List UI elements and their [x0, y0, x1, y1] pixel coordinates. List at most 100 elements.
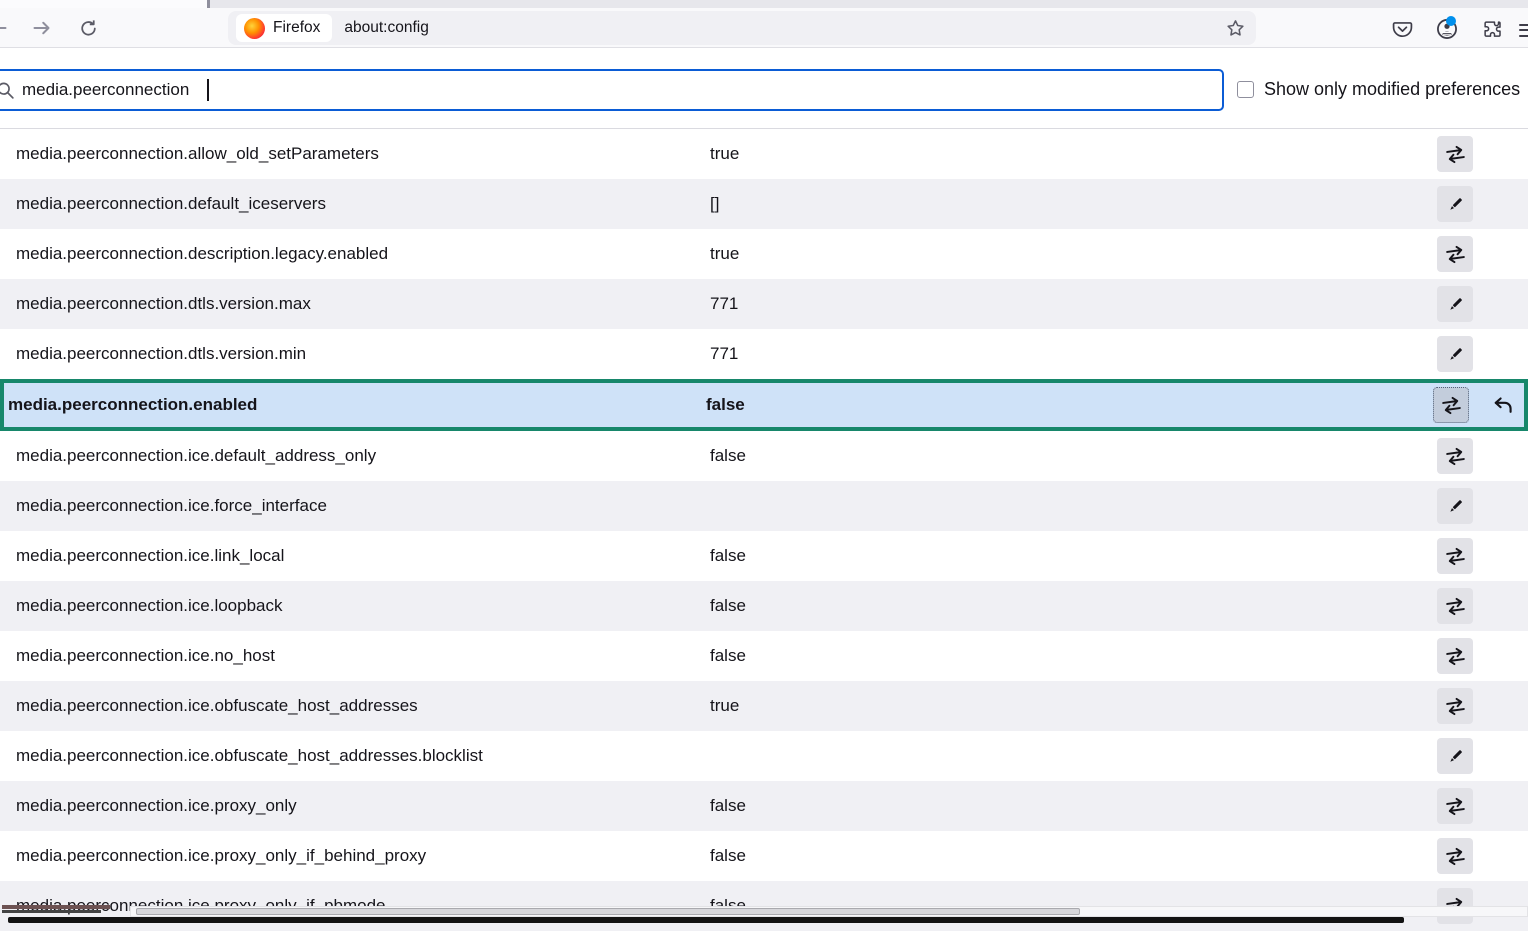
pref-value: false [710, 596, 1528, 616]
forward-icon[interactable] [30, 16, 54, 40]
pref-name: media.peerconnection.enabled [8, 395, 706, 415]
pref-row[interactable]: media.peerconnection.allow_old_setParame… [0, 129, 1528, 179]
pref-row[interactable]: media.peerconnection.ice.obfuscate_host_… [0, 681, 1528, 731]
pref-row[interactable]: media.peerconnection.dtls.version.max771 [0, 279, 1528, 329]
undo-icon [1493, 396, 1514, 417]
pref-value: false [710, 546, 1528, 566]
pref-name: media.peerconnection.ice.obfuscate_host_… [16, 746, 710, 766]
show-only-modified-checkbox[interactable] [1237, 81, 1254, 98]
pref-value: false [710, 646, 1528, 666]
pref-value: false [710, 446, 1528, 466]
url-bar[interactable]: Firefox about:config [228, 11, 1256, 45]
preferences-table: media.peerconnection.allow_old_setParame… [0, 128, 1528, 931]
edit-icon [1447, 498, 1464, 515]
pref-row[interactable]: media.peerconnection.ice.proxy_only_if_b… [0, 831, 1528, 881]
browser-toolbar: Firefox about:config [0, 8, 1528, 48]
pref-row[interactable]: media.peerconnection.dtls.version.min771 [0, 329, 1528, 379]
toggle-button[interactable] [1437, 136, 1473, 172]
pref-name: media.peerconnection.ice.no_host [16, 646, 710, 666]
pref-name: media.peerconnection.allow_old_setParame… [16, 144, 710, 164]
search-input[interactable] [22, 71, 1202, 109]
toggle-button[interactable] [1437, 688, 1473, 724]
bookmark-star-icon[interactable] [1222, 15, 1248, 41]
tab-strip [0, 0, 1528, 8]
toggle-button[interactable] [1437, 638, 1473, 674]
search-engine-name: Firefox [273, 19, 320, 37]
edit-button[interactable] [1437, 488, 1473, 524]
edit-icon [1447, 748, 1464, 765]
toggle-button[interactable] [1437, 538, 1473, 574]
menu-icon[interactable] [1519, 20, 1528, 38]
horizontal-scrollbar[interactable] [130, 906, 1528, 917]
toggle-icon [1441, 395, 1462, 416]
toggle-button[interactable] [1437, 838, 1473, 874]
search-icon [0, 81, 15, 105]
toggle-icon [1445, 596, 1466, 617]
text-caret [207, 79, 209, 101]
status-bar-fragment [2, 905, 110, 914]
pref-name: media.peerconnection.dtls.version.max [16, 294, 710, 314]
back-icon[interactable] [0, 16, 10, 40]
edit-button[interactable] [1437, 286, 1473, 322]
toggle-button[interactable] [1437, 236, 1473, 272]
pref-name: media.peerconnection.description.legacy.… [16, 244, 710, 264]
pref-row[interactable]: media.peerconnection.ice.no_hostfalse [0, 631, 1528, 681]
pref-value: false [710, 846, 1528, 866]
pref-value: 771 [710, 344, 1528, 364]
edit-button[interactable] [1437, 336, 1473, 372]
taskbar-edge [8, 917, 1404, 923]
pref-value: true [710, 696, 1528, 716]
tab-separator [207, 0, 210, 8]
toggle-icon [1445, 646, 1466, 667]
pref-name: media.peerconnection.ice.link_local [16, 546, 710, 566]
toggle-button[interactable] [1433, 387, 1469, 423]
pref-value: true [710, 144, 1528, 164]
toggle-icon [1445, 846, 1466, 867]
pref-value: false [706, 395, 1524, 415]
pref-name: media.peerconnection.ice.proxy_only [16, 796, 710, 816]
pref-name: media.peerconnection.ice.default_address… [16, 446, 710, 466]
toggle-button[interactable] [1437, 588, 1473, 624]
edit-icon [1447, 196, 1464, 213]
pref-name: media.peerconnection.dtls.version.min [16, 344, 710, 364]
toggle-icon [1445, 796, 1466, 817]
pref-row[interactable]: media.peerconnection.description.legacy.… [0, 229, 1528, 279]
pref-value: 771 [710, 294, 1528, 314]
pref-row-selected[interactable]: media.peerconnection.enabledfalse [0, 379, 1528, 431]
pref-row[interactable]: media.peerconnection.ice.force_interface [0, 481, 1528, 531]
pref-value: true [710, 244, 1528, 264]
revert-button[interactable] [1488, 391, 1518, 421]
account-notification-dot [1446, 16, 1456, 26]
search-engine-chip[interactable]: Firefox [236, 14, 332, 42]
extensions-puzzle-icon[interactable] [1479, 16, 1505, 42]
pref-name: media.peerconnection.ice.force_interface [16, 496, 710, 516]
toggle-icon [1445, 696, 1466, 717]
pref-name: media.peerconnection.ice.loopback [16, 596, 710, 616]
pref-name: media.peerconnection.ice.proxy_only_if_b… [16, 846, 710, 866]
active-tab-slice [0, 0, 207, 8]
config-filter-bar: Show only modified preferences [0, 48, 1528, 128]
scrollbar-thumb[interactable] [136, 908, 1080, 915]
url-text: about:config [344, 19, 428, 37]
reload-icon[interactable] [76, 16, 100, 40]
pref-row[interactable]: media.peerconnection.ice.loopbackfalse [0, 581, 1528, 631]
pref-name: media.peerconnection.default_iceservers [16, 194, 710, 214]
toggle-icon [1445, 144, 1466, 165]
edit-button[interactable] [1437, 738, 1473, 774]
pref-name: media.peerconnection.ice.obfuscate_host_… [16, 696, 710, 716]
show-only-modified-label[interactable]: Show only modified preferences [1264, 79, 1520, 100]
pref-row[interactable]: media.peerconnection.ice.proxy_onlyfalse [0, 781, 1528, 831]
pref-row[interactable]: media.peerconnection.default_iceservers[… [0, 179, 1528, 229]
edit-icon [1447, 296, 1464, 313]
edit-button[interactable] [1437, 186, 1473, 222]
firefox-logo [244, 18, 265, 39]
toggle-button[interactable] [1437, 438, 1473, 474]
pref-row[interactable]: media.peerconnection.ice.default_address… [0, 431, 1528, 481]
search-box [0, 69, 1224, 111]
pref-value: false [710, 796, 1528, 816]
toggle-icon [1445, 446, 1466, 467]
pocket-icon[interactable] [1389, 16, 1415, 42]
toggle-button[interactable] [1437, 788, 1473, 824]
pref-row[interactable]: media.peerconnection.ice.link_localfalse [0, 531, 1528, 581]
pref-row[interactable]: media.peerconnection.ice.obfuscate_host_… [0, 731, 1528, 781]
